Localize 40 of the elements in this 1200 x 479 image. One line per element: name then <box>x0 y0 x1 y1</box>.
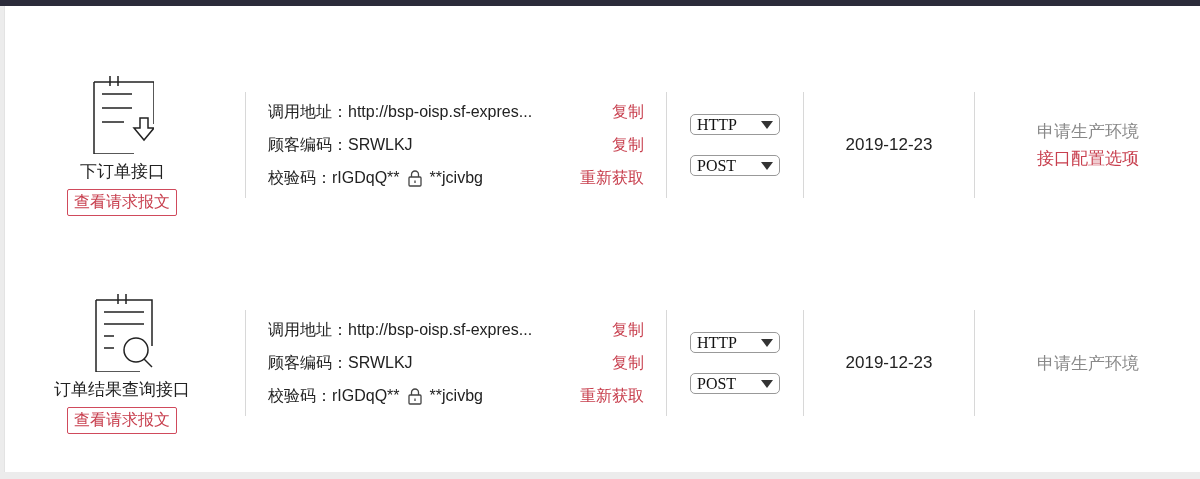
dropdown-select[interactable]: HTTP <box>690 114 780 135</box>
interface-name: 订单结果查询接口 <box>54 379 190 401</box>
field-label: 调用地址： <box>268 319 348 340</box>
field-label: 校验码： <box>268 385 332 406</box>
caret-icon <box>761 338 773 347</box>
field-value: http://bsp-oisp.sf-expres... <box>348 321 533 339</box>
key-prefix: rIGDqQ** <box>332 169 400 187</box>
caret-icon <box>761 379 773 388</box>
refresh-link[interactable]: 重新获取 <box>580 167 644 189</box>
refresh-link[interactable]: 重新获取 <box>580 385 644 407</box>
field-label: 顾客编码： <box>268 134 348 155</box>
interface-name: 下订单接口 <box>79 161 165 183</box>
field-value: http://bsp-oisp.sf-expres... <box>348 103 533 121</box>
view-request-button[interactable]: 查看请求报文 <box>67 189 177 216</box>
key-suffix: **jcivbg <box>429 169 483 187</box>
field-label: 校验码： <box>268 167 332 188</box>
copy-link[interactable]: 复制 <box>612 352 644 374</box>
lock-icon <box>407 387 422 405</box>
view-request-button[interactable]: 查看请求报文 <box>67 407 177 434</box>
field-value: SRWLKJ <box>348 136 413 154</box>
caret-icon <box>761 120 773 129</box>
document-download-icon <box>90 74 154 154</box>
dropdown-select[interactable]: POST <box>690 155 780 176</box>
copy-link[interactable]: 复制 <box>612 134 644 156</box>
dropdown-select[interactable]: HTTP <box>690 332 780 353</box>
dropdown-select[interactable]: POST <box>690 373 780 394</box>
date-text: 2019-12-23 <box>845 135 933 155</box>
copy-link[interactable]: 复制 <box>612 319 644 341</box>
date-text: 2019-12-23 <box>845 353 933 373</box>
config-link[interactable]: 接口配置选项 <box>1036 147 1139 170</box>
apply-production-link[interactable]: 申请生产环境 <box>1036 351 1139 375</box>
field-value: SRWLKJ <box>348 354 413 372</box>
caret-icon <box>761 161 773 170</box>
apply-production-link[interactable]: 申请生产环境 <box>1036 120 1139 143</box>
field-label: 调用地址： <box>268 101 348 122</box>
copy-link[interactable]: 复制 <box>612 101 644 123</box>
field-label: 顾客编码： <box>268 352 348 373</box>
lock-icon <box>407 169 422 187</box>
key-prefix: rIGDqQ** <box>332 387 400 405</box>
key-suffix: **jcivbg <box>429 387 483 405</box>
